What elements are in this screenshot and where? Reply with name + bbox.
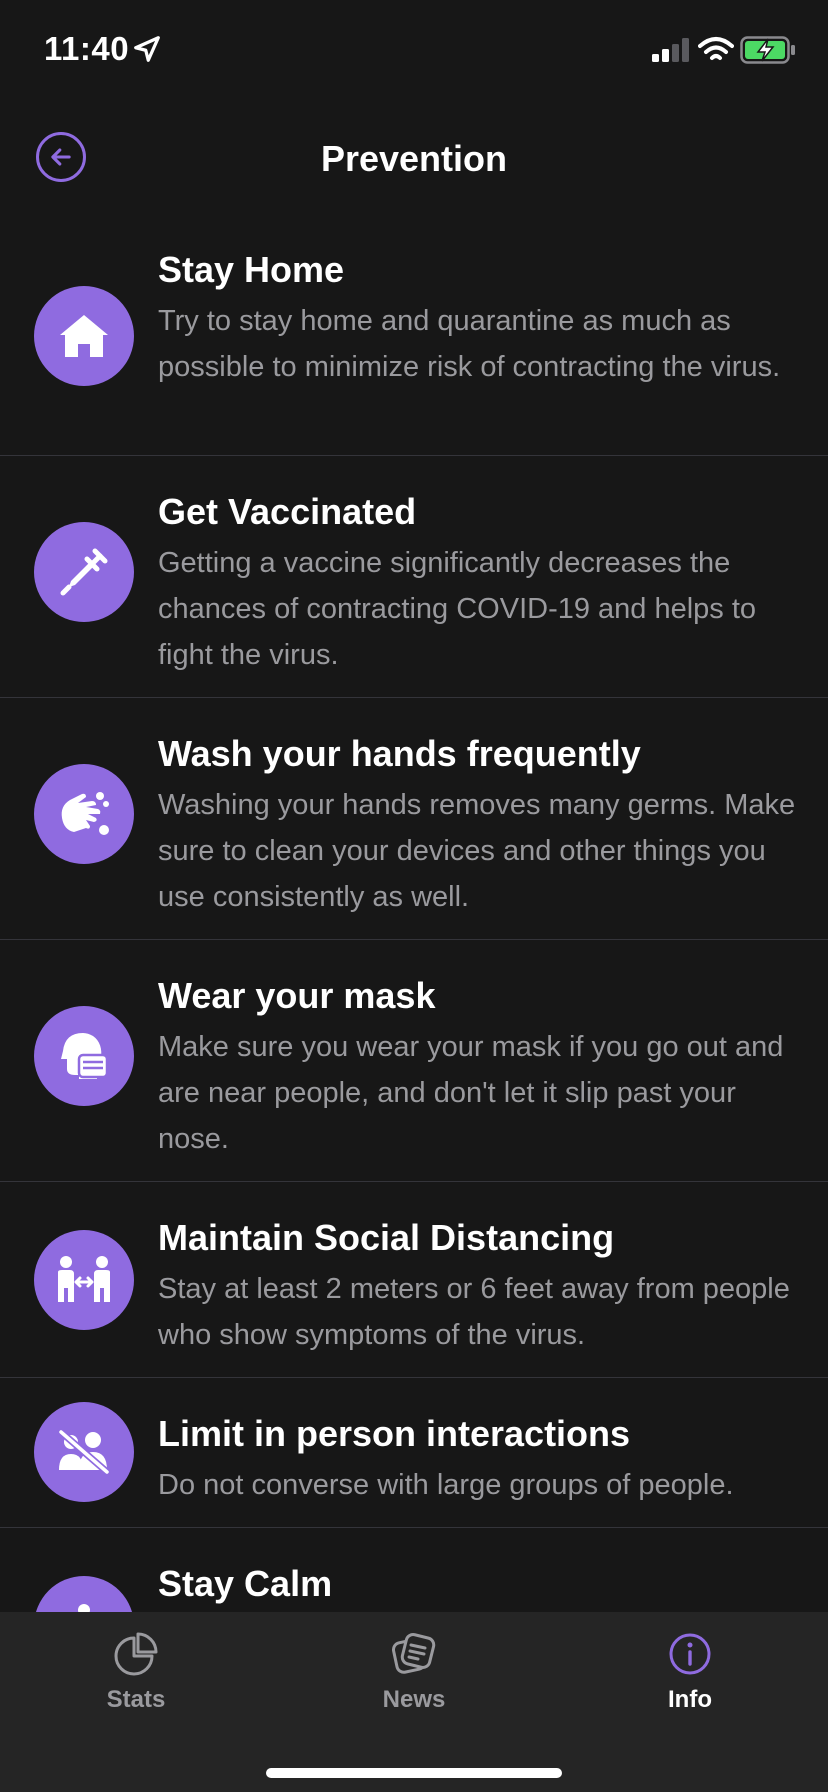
no-groups-icon: [57, 1428, 111, 1476]
item-title: Limit in person interactions: [158, 1413, 631, 1454]
tab-label: Info: [668, 1686, 712, 1713]
tab-label: Stats: [106, 1686, 166, 1713]
item-description: Washing your hands removes many germs. M…: [158, 789, 796, 913]
item-title: Get Vaccinated: [158, 491, 417, 532]
social-distance-icon: [58, 1256, 110, 1302]
item-title: Maintain Social Distancing: [158, 1217, 615, 1258]
status-time: 11:40: [44, 30, 130, 67]
item-description: Do not converse with large groups of peo…: [158, 1469, 734, 1501]
calm-icon-badge: [34, 1576, 134, 1612]
list-item[interactable]: Stay Home Try to stay home and quarantin…: [0, 212, 828, 456]
list-item[interactable]: Get Vaccinated Getting a vaccine signifi…: [0, 456, 828, 698]
item-description: Getting a vaccine significantly decrease…: [158, 547, 757, 671]
list-item[interactable]: Stay Calm: [0, 1528, 828, 1612]
prevention-list: Stay Home Try to stay home and quarantin…: [0, 212, 828, 1612]
navigation-header: Prevention: [0, 120, 828, 200]
social-distance-icon-badge: [34, 1230, 134, 1330]
item-title: Stay Home: [158, 249, 345, 290]
mask-icon-badge: [34, 1006, 134, 1106]
item-description: Try to stay home and quarantine as much …: [158, 305, 781, 383]
hand-wash-icon-badge: [34, 764, 134, 864]
item-description: Stay at least 2 meters or 6 feet away fr…: [158, 1273, 790, 1351]
list-item[interactable]: Limit in person interactions Do not conv…: [0, 1378, 828, 1528]
list-item[interactable]: Wash your hands frequently Washing your …: [0, 698, 828, 940]
item-title: Wash your hands frequently: [158, 733, 641, 774]
home-icon: [60, 315, 108, 357]
wifi-icon: [698, 37, 734, 60]
tab-stats[interactable]: Stats: [56, 1630, 216, 1730]
news-icon: [391, 1633, 436, 1674]
pie-chart-icon: [114, 1632, 158, 1676]
status-bar: 11:40: [0, 0, 828, 100]
location-arrow-icon: [134, 36, 160, 62]
tab-bar: Stats News Info: [0, 1612, 828, 1792]
calm-icon: [78, 1604, 90, 1612]
mask-icon: [61, 1033, 109, 1079]
item-title: Stay Calm: [158, 1563, 333, 1604]
item-title: Wear your mask: [158, 975, 436, 1016]
battery-charging-icon: [740, 36, 795, 64]
list-item[interactable]: Maintain Social Distancing Stay at least…: [0, 1182, 828, 1378]
tab-label: News: [382, 1686, 446, 1713]
cellular-signal-icon: [652, 38, 689, 62]
hand-wash-icon: [61, 792, 109, 835]
tab-info[interactable]: Info: [610, 1630, 770, 1730]
syringe-icon-badge: [34, 522, 134, 622]
tab-news[interactable]: News: [334, 1630, 494, 1730]
no-groups-icon-badge: [34, 1402, 134, 1502]
info-icon: [669, 1633, 711, 1675]
item-description: Make sure you wear your mask if you go o…: [158, 1031, 784, 1155]
home-icon-badge: [34, 286, 134, 386]
page-title: Prevention: [320, 138, 508, 179]
home-indicator[interactable]: [266, 1768, 562, 1778]
list-item[interactable]: Wear your mask Make sure you wear your m…: [0, 940, 828, 1182]
syringe-icon: [60, 548, 108, 596]
